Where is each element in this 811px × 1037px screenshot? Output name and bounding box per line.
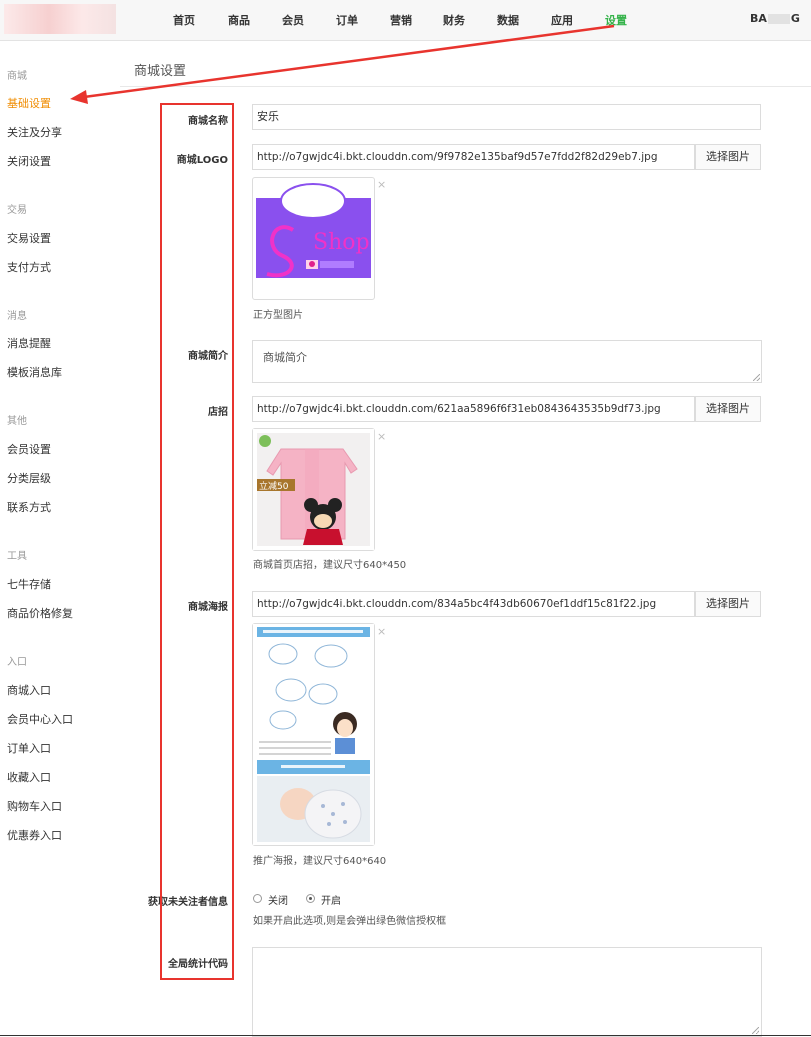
sidebar-item-member-center-entry[interactable]: 会员中心入口 — [7, 711, 73, 727]
stats-code-textarea[interactable] — [252, 947, 762, 1037]
sidebar-group-tools: 工具 — [7, 551, 27, 562]
user-menu[interactable]: BA G — [750, 12, 800, 25]
logo-text: Shop — [313, 230, 370, 255]
sidebar-item-price-repair[interactable]: 商品价格修复 — [7, 605, 73, 621]
sidebar-group-other: 其他 — [7, 416, 27, 427]
sidebar-item-qiniu-storage[interactable]: 七牛存储 — [7, 576, 51, 592]
sidebar-item-favorites-entry[interactable]: 收藏入口 — [7, 769, 51, 785]
shop-poster-hint: 推广海报，建议尺寸640*640 — [253, 856, 387, 867]
shop-logo-image: Shop — [256, 183, 371, 278]
sidebar-item-close-settings[interactable]: 关闭设置 — [7, 153, 51, 169]
sidebar-item-trade-settings[interactable]: 交易设置 — [7, 230, 51, 246]
shop-poster-url-input[interactable]: http://o7gwjdc4i.bkt.clouddn.com/834a5bc… — [252, 591, 695, 617]
shop-sign-select-button[interactable]: 选择图片 — [695, 396, 761, 422]
shop-sign-thumbnail: 立减50 — [252, 428, 375, 551]
page-bottom-edge — [0, 1035, 811, 1036]
shop-poster-image — [253, 624, 374, 845]
nav-apps[interactable]: 应用 — [551, 12, 573, 28]
nav-marketing[interactable]: 营销 — [390, 12, 412, 28]
shop-poster-select-button[interactable]: 选择图片 — [695, 591, 761, 617]
user-name-suffix: G — [790, 12, 800, 25]
sidebar-item-coupon-entry[interactable]: 优惠券入口 — [7, 827, 62, 843]
sidebar-group-entry: 入口 — [7, 657, 27, 668]
shop-logo-remove-icon[interactable]: × — [377, 178, 386, 191]
shop-poster-remove-icon[interactable]: × — [377, 625, 386, 638]
brand-logo[interactable] — [4, 4, 116, 34]
page-title: 商城设置 — [134, 64, 187, 79]
shop-name-label: 商城名称 — [188, 116, 228, 127]
sidebar-item-basic-settings[interactable]: 基础设置 — [7, 95, 51, 111]
sidebar-group-trade: 交易 — [7, 205, 27, 216]
shop-intro-label: 商城简介 — [188, 351, 228, 362]
nav-data[interactable]: 数据 — [497, 12, 519, 28]
radio-off[interactable] — [253, 894, 262, 903]
sidebar-item-template-library[interactable]: 模板消息库 — [7, 364, 62, 380]
radio-off-label[interactable]: 关闭 — [268, 892, 288, 907]
shop-poster-label: 商城海报 — [188, 602, 228, 613]
sidebar-item-order-entry[interactable]: 订单入口 — [7, 740, 51, 756]
sidebar-item-follow-share[interactable]: 关注及分享 — [7, 124, 62, 140]
shop-intro-textarea[interactable]: 商城简介 — [252, 340, 762, 383]
nav-members[interactable]: 会员 — [282, 12, 304, 28]
shop-sign-label: 店招 — [208, 407, 228, 418]
sidebar-item-shop-entry[interactable]: 商城入口 — [7, 682, 51, 698]
title-divider — [120, 86, 811, 87]
top-bar: 首页 商品 会员 订单 营销 财务 数据 应用 设置 BA G — [0, 0, 811, 41]
sidebar-item-payment[interactable]: 支付方式 — [7, 259, 51, 275]
sidebar-group-message: 消息 — [7, 311, 27, 322]
nav-home[interactable]: 首页 — [173, 12, 195, 28]
unfollow-info-hint: 如果开启此选项,则是会弹出绿色微信授权框 — [253, 916, 447, 927]
shop-sign-url-input[interactable]: http://o7gwjdc4i.bkt.clouddn.com/621aa58… — [252, 396, 695, 422]
shop-logo-select-button[interactable]: 选择图片 — [695, 144, 761, 170]
stats-code-label: 全局统计代码 — [168, 959, 228, 970]
resize-handle-icon[interactable] — [753, 374, 760, 381]
nav-orders[interactable]: 订单 — [336, 12, 358, 28]
user-name-prefix: BA — [750, 12, 767, 25]
shop-logo-thumbnail: Shop — [252, 177, 375, 300]
shop-sign-hint: 商城首页店招，建议尺寸640*450 — [253, 560, 407, 571]
shop-logo-url-input[interactable]: http://o7gwjdc4i.bkt.clouddn.com/9f9782e… — [252, 144, 695, 170]
shop-sign-image: 立减50 — [253, 429, 374, 550]
sidebar-item-message-alerts[interactable]: 消息提醒 — [7, 335, 51, 351]
nav-settings[interactable]: 设置 — [605, 12, 627, 28]
sidebar-item-cart-entry[interactable]: 购物车入口 — [7, 798, 62, 814]
shop-name-input[interactable]: 安乐 — [252, 104, 761, 130]
radio-on[interactable] — [306, 894, 315, 903]
sidebar-item-member-settings[interactable]: 会员设置 — [7, 441, 51, 457]
shop-poster-thumbnail — [252, 623, 375, 846]
sidebar-item-contact[interactable]: 联系方式 — [7, 499, 51, 515]
stats-code-resize-handle-icon[interactable] — [752, 1027, 759, 1034]
user-name-mask — [767, 14, 790, 24]
annotation-highlight-box — [160, 103, 234, 980]
sidebar-group-shop: 商城 — [7, 71, 27, 82]
shop-sign-remove-icon[interactable]: × — [377, 430, 386, 443]
nav-finance[interactable]: 财务 — [443, 12, 465, 28]
shop-intro-placeholder: 商城简介 — [263, 351, 307, 364]
radio-on-label[interactable]: 开启 — [321, 892, 341, 907]
shop-logo-hint: 正方型图片 — [253, 310, 303, 321]
sign-badge-text: 立减50 — [259, 480, 289, 492]
nav-goods[interactable]: 商品 — [228, 12, 250, 28]
shop-logo-label: 商城LOGO — [176, 155, 228, 166]
sidebar-item-category-levels[interactable]: 分类层级 — [7, 470, 51, 486]
unfollow-info-label: 获取未关注者信息 — [148, 897, 228, 908]
